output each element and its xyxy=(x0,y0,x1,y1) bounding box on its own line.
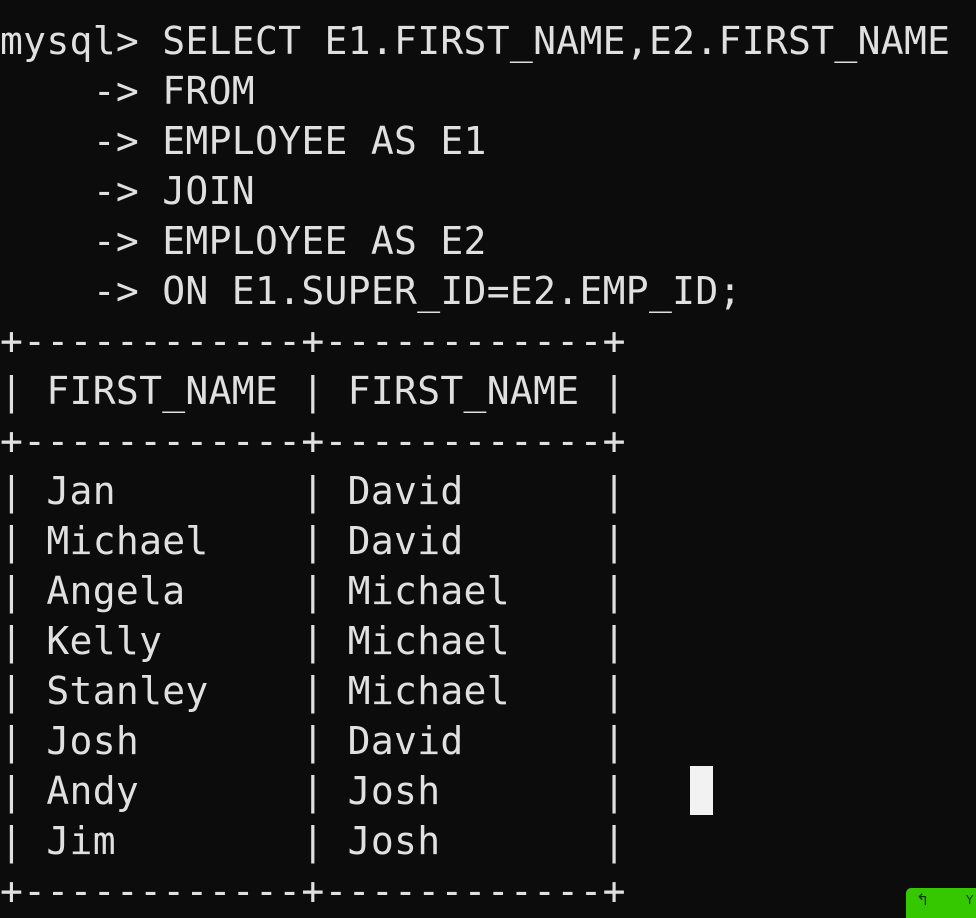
overlay-badge[interactable]: ↰ Y xyxy=(906,888,976,918)
table-row: | Michael | David | xyxy=(0,519,626,563)
table-row: | Stanley | Michael | xyxy=(0,669,626,713)
query-line-2: -> FROM xyxy=(0,69,255,113)
text-cursor xyxy=(690,766,713,815)
query-line-6: -> ON E1.SUPER_ID=E2.EMP_ID; xyxy=(0,269,742,313)
table-row: | Josh | David | xyxy=(0,719,626,763)
table-border-top: +------------+------------+ xyxy=(0,319,626,363)
table-row: | Angela | Michael | xyxy=(0,569,626,613)
query-line-3: -> EMPLOYEE AS E1 xyxy=(0,119,487,163)
table-row: | Jan | David | xyxy=(0,469,626,513)
query-line-1: mysql> SELECT E1.FIRST_NAME,E2.FIRST_NAM… xyxy=(0,19,951,63)
table-row: | Andy | Josh | xyxy=(0,769,626,813)
table-border-bottom: +------------+------------+ xyxy=(0,869,626,913)
return-arrow-icon: ↰ xyxy=(916,890,930,909)
table-border-header: +------------+------------+ xyxy=(0,419,626,463)
table-header-row: | FIRST_NAME | FIRST_NAME | xyxy=(0,369,626,413)
table-row: | Jim | Josh | xyxy=(0,819,626,863)
terminal-window[interactable]: mysql> SELECT E1.FIRST_NAME,E2.FIRST_NAM… xyxy=(0,0,976,918)
table-row: | Kelly | Michael | xyxy=(0,619,626,663)
badge-label: Y xyxy=(966,893,974,907)
query-line-5: -> EMPLOYEE AS E2 xyxy=(0,219,487,263)
query-line-4: -> JOIN xyxy=(0,169,255,213)
